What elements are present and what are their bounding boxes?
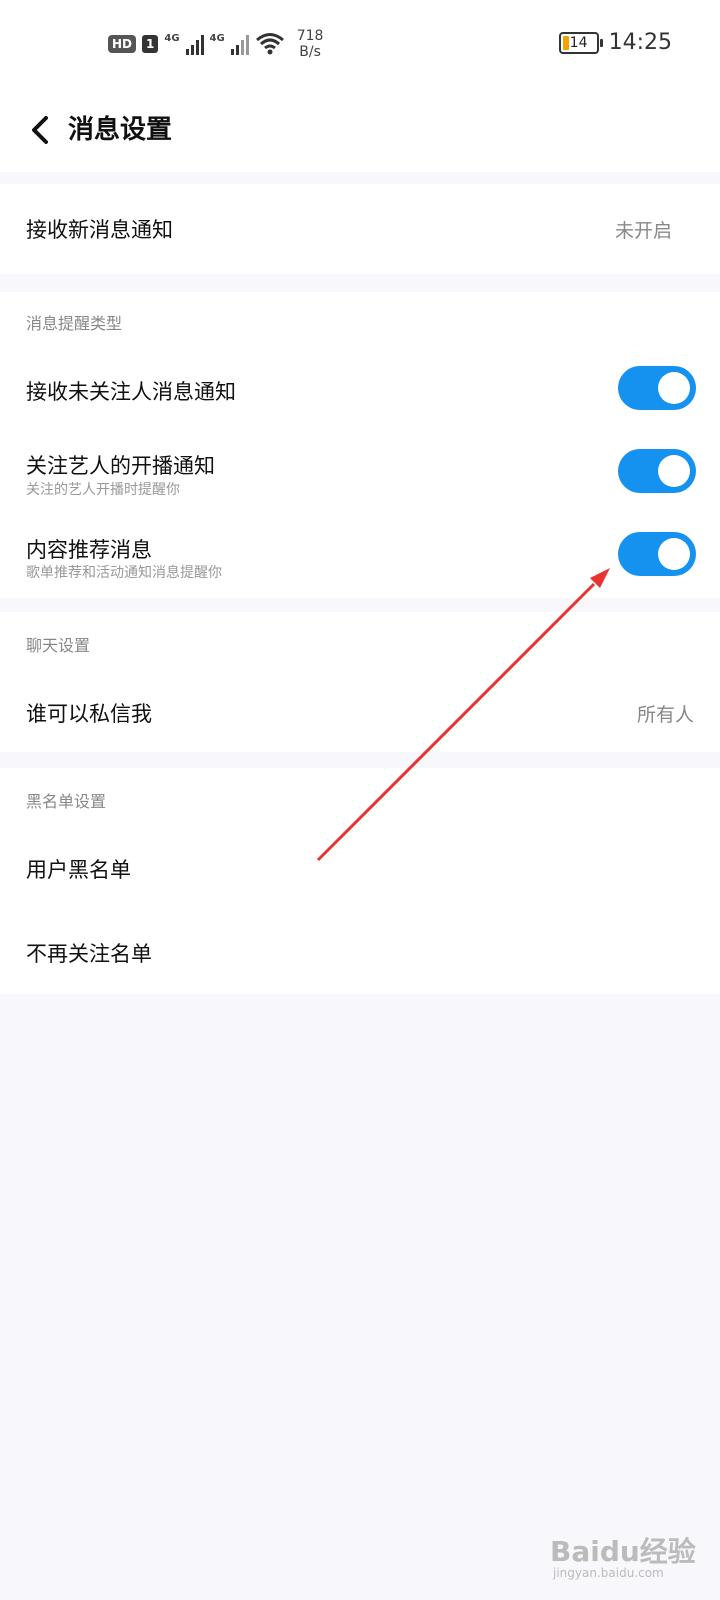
network-type-1: 4G — [164, 32, 180, 44]
unfollowed-message-toggle[interactable] — [618, 366, 696, 410]
receive-notification-row[interactable]: 接收新消息通知 未开启 — [0, 184, 720, 274]
reminder-section-title: 消息提醒类型 — [26, 314, 123, 333]
artist-live-sub: 关注的艺人开播时提醒你 — [26, 482, 180, 498]
header: 消息设置 — [0, 90, 720, 172]
speed-unit: B/s — [299, 44, 321, 60]
signal-icon-2 — [230, 33, 249, 55]
chat-section-title: 聊天设置 — [26, 636, 91, 655]
hd-badge: HD — [108, 35, 137, 53]
clock: 14:25 — [608, 30, 672, 55]
artist-live-label: 关注艺人的开播通知 — [26, 454, 215, 478]
page-title: 消息设置 — [68, 115, 173, 145]
network-type-2: 4G — [209, 32, 225, 44]
battery-level: 14 — [569, 34, 588, 51]
watermark-logo: Baidu经验 — [550, 1535, 696, 1568]
user-blacklist-item[interactable]: 用户黑名单 — [26, 854, 131, 884]
status-left: HD 1 4G 4G 718 B/s — [108, 28, 323, 60]
who-can-message-value: 所有人 — [636, 704, 694, 726]
unfollow-list-item[interactable]: 不再关注名单 — [26, 938, 152, 968]
who-can-message-label: 谁可以私信我 — [26, 702, 152, 726]
watermark-url: jingyan.baidu.com — [553, 1566, 664, 1580]
blacklist-section-title: 黑名单设置 — [26, 792, 107, 811]
content-recommend-label: 内容推荐消息 — [26, 538, 152, 562]
network-speed: 718 B/s — [297, 28, 324, 60]
reminder-type-section: 消息提醒类型 接收未关注人消息通知 关注艺人的开播通知 关注的艺人开播时提醒你 … — [0, 292, 720, 598]
speed-value: 718 — [296, 28, 324, 44]
signal-icon — [185, 33, 204, 55]
sim-badge: 1 — [142, 35, 159, 53]
content-recommend-toggle[interactable] — [618, 532, 696, 576]
status-right: 14 14:25 — [558, 30, 672, 55]
back-arrow-icon[interactable] — [26, 110, 58, 150]
status-bar: HD 1 4G 4G 718 B/s 14 14:25 — [0, 0, 720, 90]
chat-settings-section: 聊天设置 谁可以私信我 所有人 — [0, 612, 720, 752]
receive-notification-label: 接收新消息通知 — [26, 218, 173, 242]
battery-icon: 14 — [558, 31, 603, 54]
artist-live-toggle[interactable] — [618, 449, 696, 493]
receive-notification-value: 未开启 — [614, 220, 672, 242]
wifi-icon — [255, 33, 284, 55]
unfollowed-message-label: 接收未关注人消息通知 — [26, 380, 236, 404]
content-recommend-sub: 歌单推荐和活动通知消息提醒你 — [26, 565, 222, 581]
blacklist-section: 黑名单设置 用户黑名单 不再关注名单 — [0, 768, 720, 994]
